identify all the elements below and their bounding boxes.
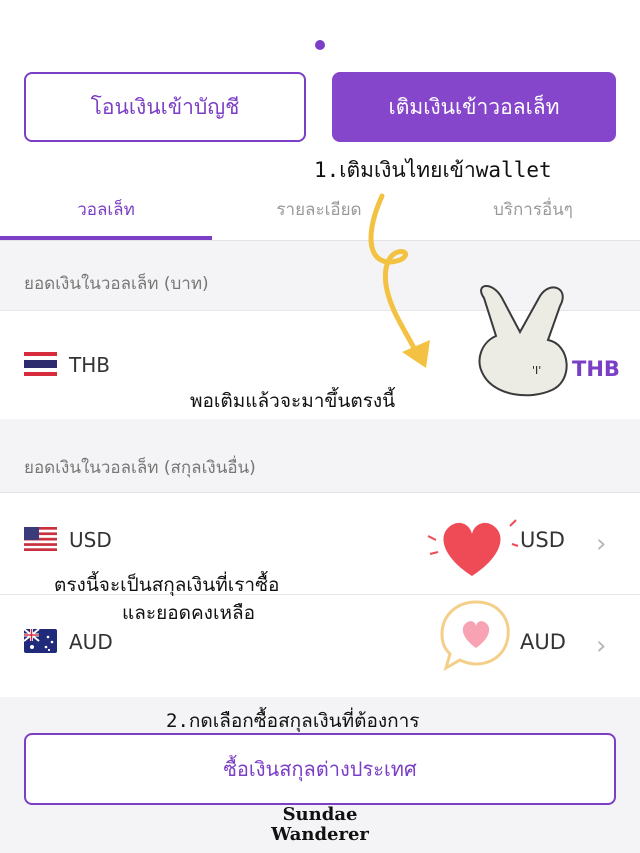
thailand-flag-icon	[24, 352, 57, 376]
step2-annotation: 2.กดเลือกซื้อสกุลเงินที่ต้องการ	[166, 710, 420, 732]
wallet-code-thb: THB	[69, 353, 110, 377]
heart-sticker-icon	[427, 519, 519, 576]
thb-balance-section-title: ยอดเงินในวอลเล็ท (บาท)	[24, 274, 209, 294]
page-indicator-dot	[315, 40, 325, 50]
active-tab-indicator	[0, 236, 212, 240]
bunny-sticker-icon: 'I'	[478, 285, 568, 397]
topup-wallet-button[interactable]: เติมเงินเข้าวอลเล็ท	[332, 72, 616, 142]
wallet-code-usd: USD	[69, 528, 112, 552]
heart-bubble-icon	[440, 600, 510, 672]
curved-arrow-icon	[368, 193, 430, 368]
australia-flag-icon	[24, 629, 57, 653]
wallet-balance-code-aud: AUD	[520, 630, 566, 654]
watermark-line2: Wanderer	[271, 824, 369, 845]
arrival-annotation: พอเติมแล้วจะมาขึ้นตรงนี้	[190, 390, 396, 412]
currency-note-line2: และยอดคงเหลือ	[122, 602, 256, 624]
tab-wallet[interactable]: วอลเล็ท	[0, 178, 212, 240]
wallet-balance-code-thb: THB	[572, 357, 620, 381]
step1-annotation: 1.เติมเงินไทยเข้าwallet	[314, 158, 552, 182]
tab-other-services[interactable]: บริการอื่นๆ	[426, 178, 640, 240]
chevron-right-icon: ›	[596, 631, 607, 661]
currency-note-line1: ตรงนี้จะเป็นสกุลเงินที่เราซื้อ	[54, 574, 280, 596]
wallet-row-aud[interactable]: AUD AUD ›	[0, 594, 640, 697]
wallet-code-aud: AUD	[69, 630, 113, 654]
wallet-balance-code-usd: USD	[520, 528, 565, 552]
sticker-face-text: 'I'	[532, 364, 541, 377]
chevron-right-icon: ›	[596, 529, 607, 559]
usa-flag-icon	[24, 527, 57, 551]
transfer-to-bank-button[interactable]: โอนเงินเข้าบัญชี	[24, 72, 306, 142]
tab-bar: วอลเล็ท รายละเอียด บริการอื่นๆ	[0, 178, 640, 241]
buy-foreign-currency-button[interactable]: ซื้อเงินสกุลต่างประเทศ	[24, 733, 616, 805]
foreign-balance-section-title: ยอดเงินในวอลเล็ท (สกุลเงินอื่น)	[24, 458, 256, 478]
watermark-line1: Sundae	[282, 804, 358, 825]
